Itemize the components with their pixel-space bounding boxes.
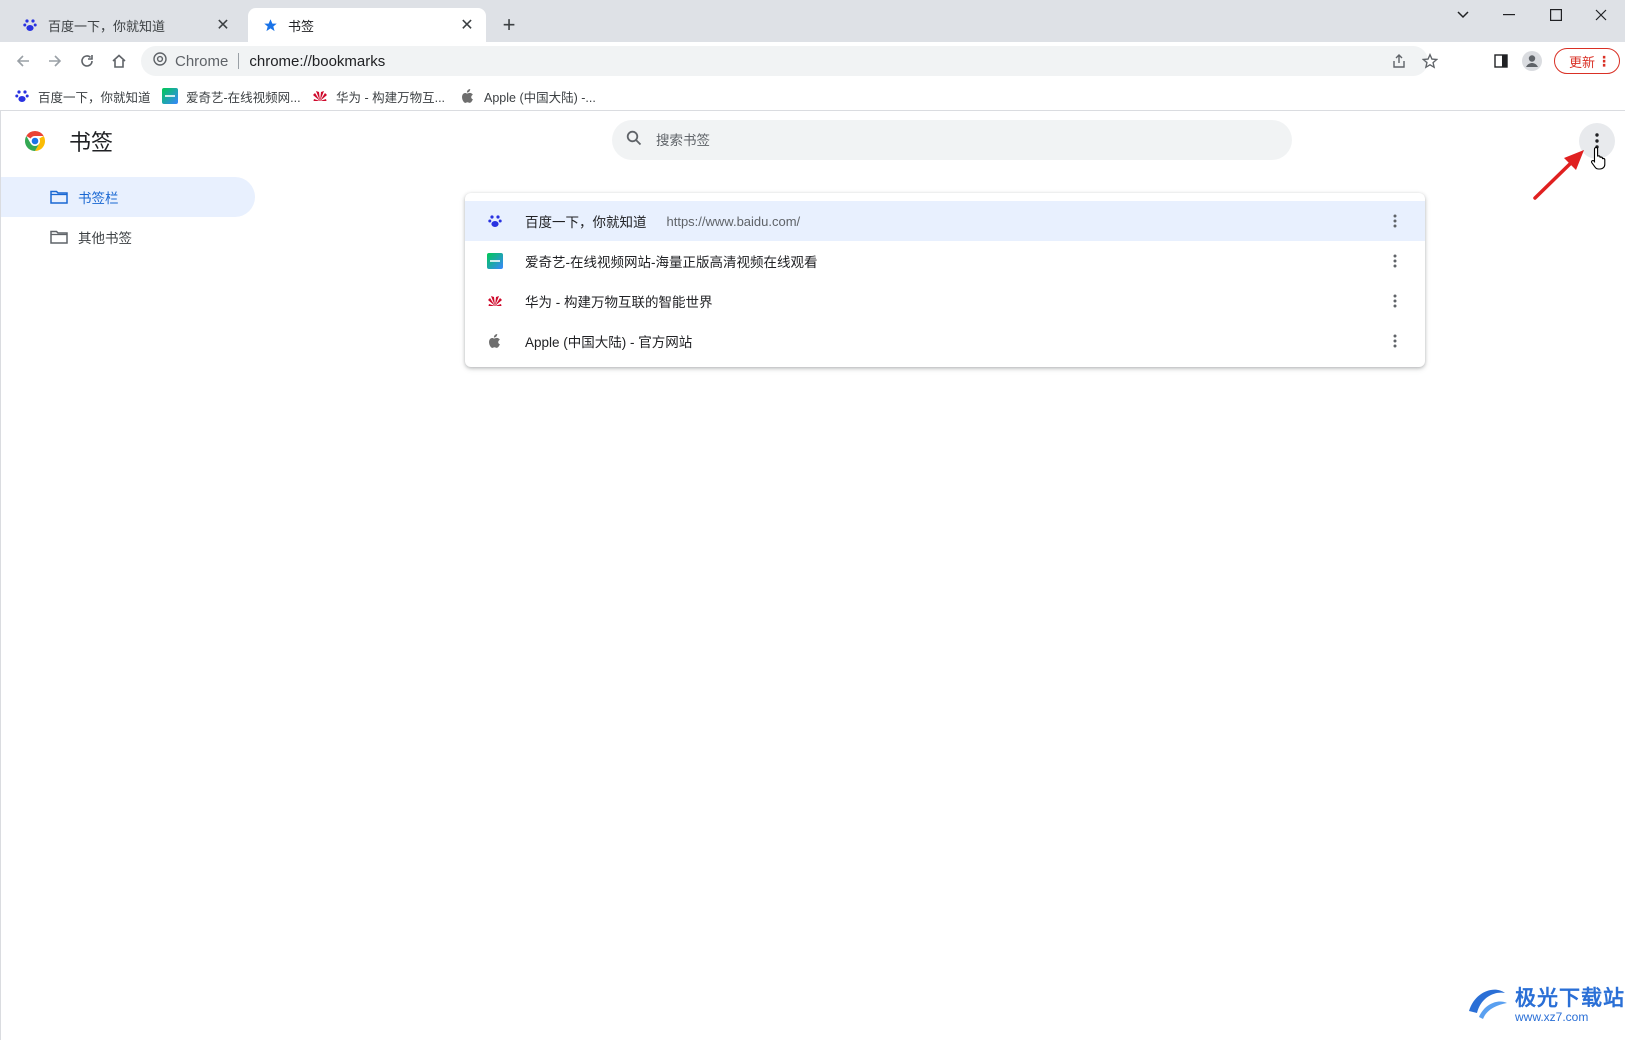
iqiyi-icon xyxy=(487,253,503,269)
tab-title: 书签 xyxy=(288,18,315,34)
tab-strip: 百度一下，你就知道 ✕ 书签 ✕ + xyxy=(0,0,1625,42)
tab-search-chevron-icon[interactable] xyxy=(1440,0,1486,30)
baidu-paw-icon xyxy=(22,17,38,33)
baidu-paw-icon xyxy=(487,213,503,229)
search-icon xyxy=(626,130,642,151)
bookmark-title: 百度一下，你就知道 xyxy=(525,215,647,230)
bookmark-bar-label: 爱奇艺-在线视频网... xyxy=(186,90,301,105)
close-window-icon[interactable] xyxy=(1578,0,1624,30)
tab-baidu[interactable]: 百度一下，你就知道 ✕ xyxy=(8,8,242,42)
watermark-logo-icon xyxy=(1469,989,1507,1019)
folder-icon xyxy=(50,189,70,205)
apple-icon xyxy=(487,333,503,349)
iqiyi-icon xyxy=(162,88,178,104)
forward-arrow-icon[interactable] xyxy=(40,46,70,76)
toolbar: Chrome chrome://bookmarks xyxy=(0,42,1625,80)
bookmark-row-huawei[interactable]: 华为 - 构建万物互联的智能世界 xyxy=(465,281,1425,321)
bookmark-title: 华为 - 构建万物互联的智能世界 xyxy=(525,295,713,310)
back-arrow-icon[interactable] xyxy=(8,46,38,76)
hand-cursor-icon xyxy=(1590,146,1606,170)
search-bar[interactable] xyxy=(612,120,1292,160)
sidebar-item-label: 书签栏 xyxy=(78,191,119,206)
bookmarks-manager: 书签 书签栏 其他书签 百度一下，你就知道 ht xyxy=(0,111,1625,1040)
bookmark-row-baidu[interactable]: 百度一下，你就知道 https://www.baidu.com/ xyxy=(465,201,1425,241)
bookmark-bar-label: 华为 - 构建万物互... xyxy=(336,90,446,105)
bookmark-bar-item-apple[interactable]: Apple (中国大陆) -... xyxy=(460,85,596,107)
watermark-title: 极光下载站 xyxy=(1515,987,1625,1010)
bookmark-bar-item-iqiyi[interactable]: 爱奇艺-在线视频网... xyxy=(162,85,301,107)
omnibox-chip: Chrome xyxy=(175,52,229,70)
bookmark-bar-item-huawei[interactable]: 华为 - 构建万物互... xyxy=(312,85,445,107)
folder-sidebar: 书签栏 其他书签 xyxy=(1,177,255,257)
more-vert-icon[interactable] xyxy=(1385,251,1405,271)
close-tab-icon[interactable]: ✕ xyxy=(458,16,476,34)
home-icon[interactable] xyxy=(104,46,134,76)
reload-icon[interactable] xyxy=(72,46,102,76)
annotation-arrow-icon xyxy=(1533,150,1584,200)
apple-icon xyxy=(460,88,476,104)
watermark: 极光下载站 www.xz7.com xyxy=(1465,982,1625,1024)
bookmark-title: Apple (中国大陆) - 官方网站 xyxy=(525,335,693,350)
share-icon[interactable] xyxy=(1384,46,1414,76)
chrome-menu-icon: ⋮ xyxy=(1597,53,1611,69)
star-icon xyxy=(262,17,278,33)
profile-avatar-icon[interactable] xyxy=(1517,46,1547,76)
bookmark-url: https://www.baidu.com/ xyxy=(666,213,801,229)
omnibox-divider xyxy=(238,53,240,69)
close-tab-icon[interactable]: ✕ xyxy=(214,16,232,34)
page-title: 书签 xyxy=(69,130,114,155)
huawei-icon xyxy=(487,293,503,309)
folder-icon xyxy=(50,229,70,245)
bookmark-title: 爱奇艺-在线视频网站-海量正版高清视频在线观看 xyxy=(525,255,818,270)
sidebar-item-bookmarks-bar[interactable]: 书签栏 xyxy=(1,177,255,217)
sidebar-item-other-bookmarks[interactable]: 其他书签 xyxy=(1,217,255,257)
bookmark-bar-label: Apple (中国大陆) -... xyxy=(484,90,596,105)
more-vert-icon[interactable] xyxy=(1385,331,1405,351)
update-label: 更新 xyxy=(1569,54,1596,70)
chrome-site-icon xyxy=(153,52,167,70)
search-input[interactable] xyxy=(656,132,1216,148)
bookmark-list: 百度一下，你就知道 https://www.baidu.com/ 爱奇艺-在线视… xyxy=(465,193,1425,367)
side-panel-icon[interactable] xyxy=(1486,46,1516,76)
bookmark-bar-label: 百度一下，你就知道 xyxy=(38,90,151,105)
more-vert-icon[interactable] xyxy=(1385,211,1405,231)
baidu-paw-icon xyxy=(14,88,30,104)
bookmark-star-icon[interactable] xyxy=(1415,46,1445,76)
bookmark-row-iqiyi[interactable]: 爱奇艺-在线视频网站-海量正版高清视频在线观看 xyxy=(465,241,1425,281)
bookmark-row-apple[interactable]: Apple (中国大陆) - 官方网站 xyxy=(465,321,1425,361)
sidebar-item-label: 其他书签 xyxy=(78,231,132,246)
chrome-logo-icon xyxy=(23,129,47,153)
update-button[interactable]: 更新 ⋮ xyxy=(1554,48,1620,74)
bookmark-bar-item-baidu[interactable]: 百度一下，你就知道 xyxy=(14,85,151,107)
bookmarks-bar: 百度一下，你就知道 爱奇艺-在线视频网... 华为 - 构建万物互... App… xyxy=(0,80,1625,111)
omnibox-url[interactable]: chrome://bookmarks xyxy=(249,53,385,70)
more-vert-icon[interactable] xyxy=(1385,291,1405,311)
huawei-icon xyxy=(312,88,328,104)
tab-title: 百度一下，你就知道 xyxy=(48,18,166,34)
watermark-url: www.xz7.com xyxy=(1515,1010,1589,1024)
omnibox[interactable]: Chrome chrome://bookmarks xyxy=(141,46,1428,76)
minimize-icon[interactable] xyxy=(1486,0,1532,30)
new-tab-button[interactable]: + xyxy=(496,12,522,38)
maximize-icon[interactable] xyxy=(1533,0,1579,30)
tab-bookmarks[interactable]: 书签 ✕ xyxy=(248,8,486,42)
